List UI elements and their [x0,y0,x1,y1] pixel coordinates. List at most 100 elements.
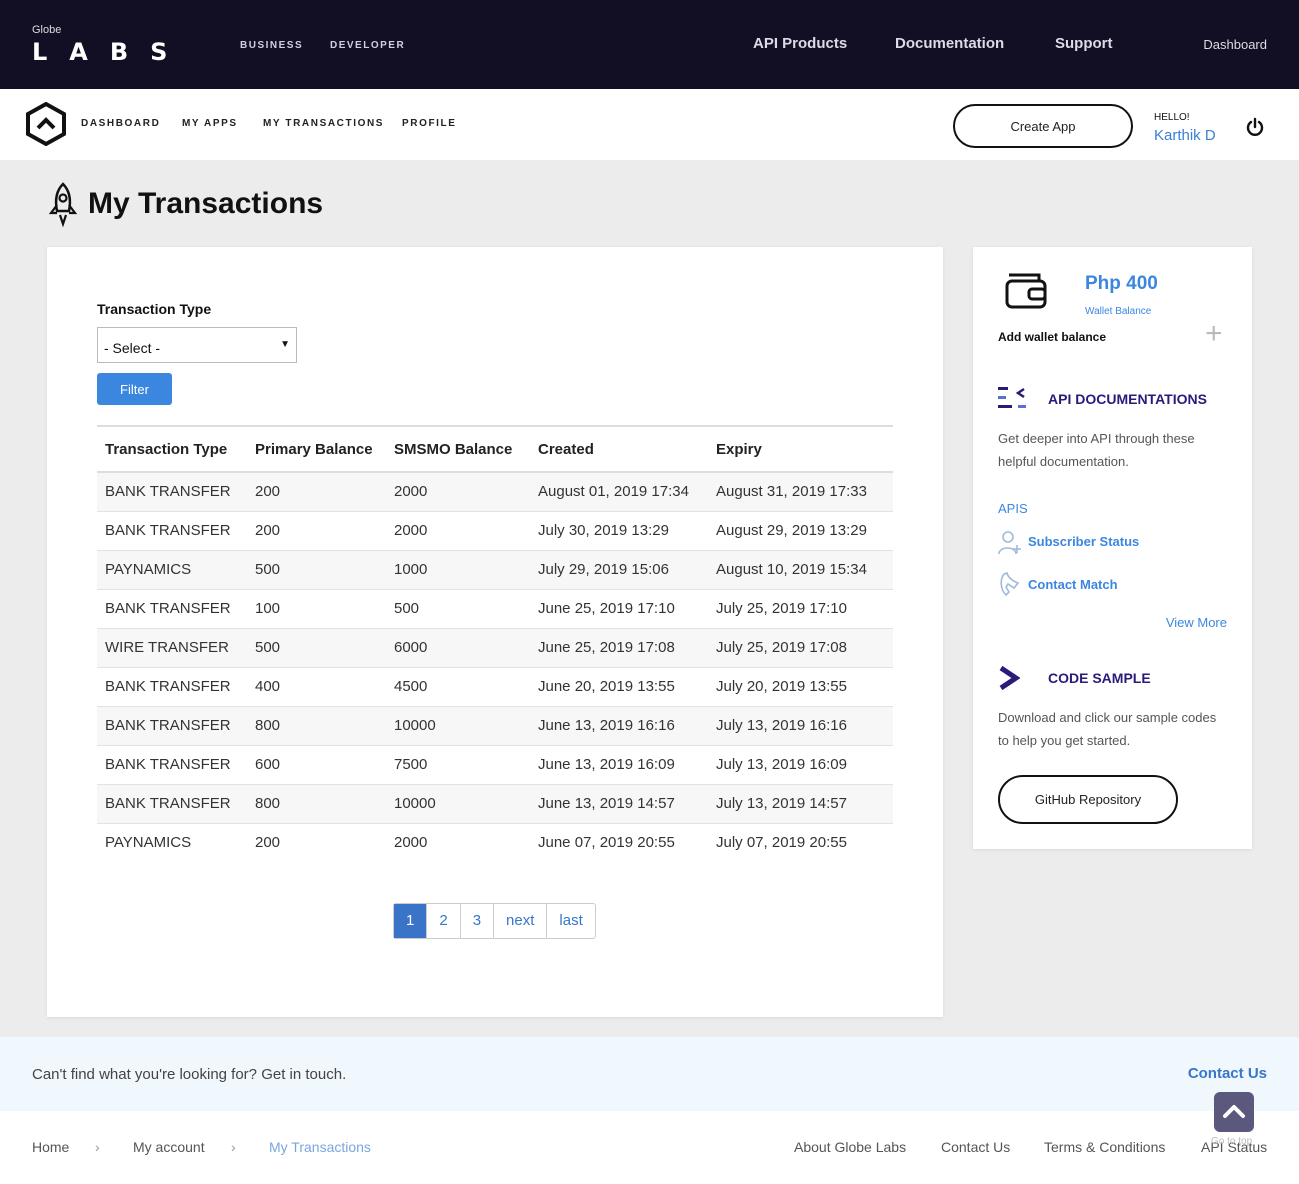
cell-expiry: July 20, 2019 13:55 [708,667,893,707]
table-row: BANK TRANSFER 200 2000 August 01, 2019 17:3… [97,472,893,512]
code-sample-heading[interactable]: CODE SAMPLE [1048,670,1151,686]
footer-terms-link[interactable]: Terms & Conditions [1044,1139,1165,1155]
cell-created: June 07, 2019 20:55 [538,834,675,852]
cell-expiry: July 07, 2019 20:55 [716,834,847,852]
nav-support[interactable]: Support [1055,35,1113,52]
cell-transaction-type: WIRE TRANSFER [97,628,247,668]
nav-business[interactable]: BUSINESS [240,40,303,51]
power-icon[interactable] [1245,117,1265,137]
table-row: WIRE TRANSFER 500 6000 June 25, 2019 17:08 J… [97,628,893,668]
table-body: BANK TRANSFER 200 2000 August 01, 2019 17:3… [97,472,893,862]
cell-transaction-type: BANK TRANSFER [97,706,247,746]
transaction-type-select[interactable]: - Select - ▼ [97,327,297,363]
footer-contact-link[interactable]: Contact Us [941,1139,1010,1155]
select-value: - Select - [104,340,161,356]
header-primary-balance: Primary Balance [255,440,373,458]
transactions-card: Transaction Type - Select - ▼ Filter Tra… [47,247,943,1017]
subnav-my-apps[interactable]: MY APPS [182,118,238,129]
cell-created: June 13, 2019 16:16 [530,706,708,746]
cell-expiry: July 13, 2019 14:57 [708,784,893,824]
nav-dashboard[interactable]: Dashboard [1203,37,1267,52]
breadcrumb-my-account[interactable]: My account [133,1139,205,1155]
contact-match-icon [1000,571,1020,597]
table-row: PAYNAMICS 500 1000 July 29, 2019 15:06 Augus… [97,550,893,590]
create-app-button[interactable]: Create App [953,104,1133,148]
plus-icon[interactable]: + [1205,319,1223,349]
cell-primary-balance: 500 [247,628,386,668]
code-sample-description: Download and click our sample codes to h… [998,710,1217,748]
documentation-icon [998,387,1026,408]
cell-transaction-type: BANK TRANSFER [97,667,247,707]
footer: Home › My account › My Transactions Abou… [0,1111,1299,1184]
footer-about-link[interactable]: About Globe Labs [794,1139,906,1155]
cell-expiry: July 13, 2019 16:16 [708,706,893,746]
contact-match-link[interactable]: Contact Match [1028,577,1118,592]
cell-expiry: July 25, 2019 17:08 [708,628,893,668]
next-page-link[interactable]: next [493,904,546,938]
cell-created: June 25, 2019 17:08 [530,628,708,668]
globe-labs-logo[interactable]: Globe LABS [32,24,189,66]
page-1-link[interactable]: 1 [394,904,427,938]
pagination: 1 2 3 next last [393,903,596,939]
back-to-top-button[interactable] [1214,1092,1254,1132]
subnav-dashboard[interactable]: DASHBOARD [81,118,160,129]
header-smsmo-balance: SMSMO Balance [394,440,513,458]
header-created: Created [538,440,594,458]
transactions-table: Transaction Type Primary Balance SMSMO B… [97,425,893,862]
table-header-row: Transaction Type Primary Balance SMSMO B… [97,426,893,472]
cell-primary-balance: 600 [247,745,386,785]
cell-created: June 20, 2019 13:55 [530,667,708,707]
view-more-link[interactable]: View More [1166,615,1227,630]
cell-transaction-type: BANK TRANSFER [97,745,247,785]
cell-created: August 01, 2019 17:34 [530,472,708,512]
cell-expiry: August 10, 2019 15:34 [708,550,893,590]
cell-transaction-type: PAYNAMICS [97,550,247,590]
subnav-my-transactions[interactable]: MY TRANSACTIONS [263,118,384,129]
cell-primary-balance: 500 [247,550,386,590]
subscriber-status-link[interactable]: Subscriber Status [1028,534,1139,549]
cell-expiry: July 25, 2019 17:10 [708,589,893,629]
cell-primary-balance: 200 [247,472,386,512]
code-chevron-icon [999,665,1020,691]
nav-api-products[interactable]: API Products [753,35,847,52]
cell-transaction-type: PAYNAMICS [105,834,192,852]
filter-button[interactable]: Filter [97,373,172,405]
logo-big-text: LABS [32,38,190,66]
cell-expiry: August 29, 2019 13:29 [708,511,893,551]
cell-smsmo-balance: 10000 [386,784,530,824]
cell-primary-balance: 200 [255,834,281,852]
add-wallet-balance-label[interactable]: Add wallet balance [998,330,1106,344]
header-expiry: Expiry [716,440,762,458]
cell-primary-balance: 100 [247,589,386,629]
header-transaction-type: Transaction Type [105,440,228,458]
page-2-link[interactable]: 2 [426,904,459,938]
last-page-link[interactable]: last [546,904,594,938]
table-row: BANK TRANSFER 800 10000 June 13, 2019 14:57… [97,784,893,824]
cell-transaction-type: BANK TRANSFER [97,472,247,512]
cell-smsmo-balance: 2000 [386,511,530,551]
api-documentations-heading[interactable]: API DOCUMENTATIONS [1048,391,1207,407]
hexagon-logo-icon[interactable] [26,102,66,146]
rocket-icon [48,182,78,227]
user-name[interactable]: Karthik D [1154,127,1216,144]
wallet-amount: Php 400 [1085,273,1158,294]
back-to-top-label: Go to top [1211,1136,1253,1147]
cell-primary-balance: 800 [247,706,386,746]
cell-created: June 13, 2019 14:57 [530,784,708,824]
breadcrumb-my-transactions[interactable]: My Transactions [269,1139,371,1155]
wallet-icon [1005,273,1047,309]
subnav-profile[interactable]: PROFILE [402,118,457,129]
cell-smsmo-balance: 1000 [386,550,530,590]
nav-documentation[interactable]: Documentation [895,35,1004,52]
caret-down-icon: ▼ [280,339,290,350]
cell-primary-balance: 400 [247,667,386,707]
cell-primary-balance: 800 [247,784,386,824]
page-3-link[interactable]: 3 [459,904,493,938]
nav-developer[interactable]: DEVELOPER [330,40,405,51]
table-row: BANK TRANSFER 800 10000 June 13, 2019 16:16… [97,706,893,746]
breadcrumb-home[interactable]: Home [32,1139,69,1155]
contact-us-link[interactable]: Contact Us [1188,1065,1267,1082]
cell-transaction-type: BANK TRANSFER [97,784,247,824]
github-repository-button[interactable]: GitHub Repository [998,775,1178,824]
cell-smsmo-balance: 7500 [386,745,530,785]
